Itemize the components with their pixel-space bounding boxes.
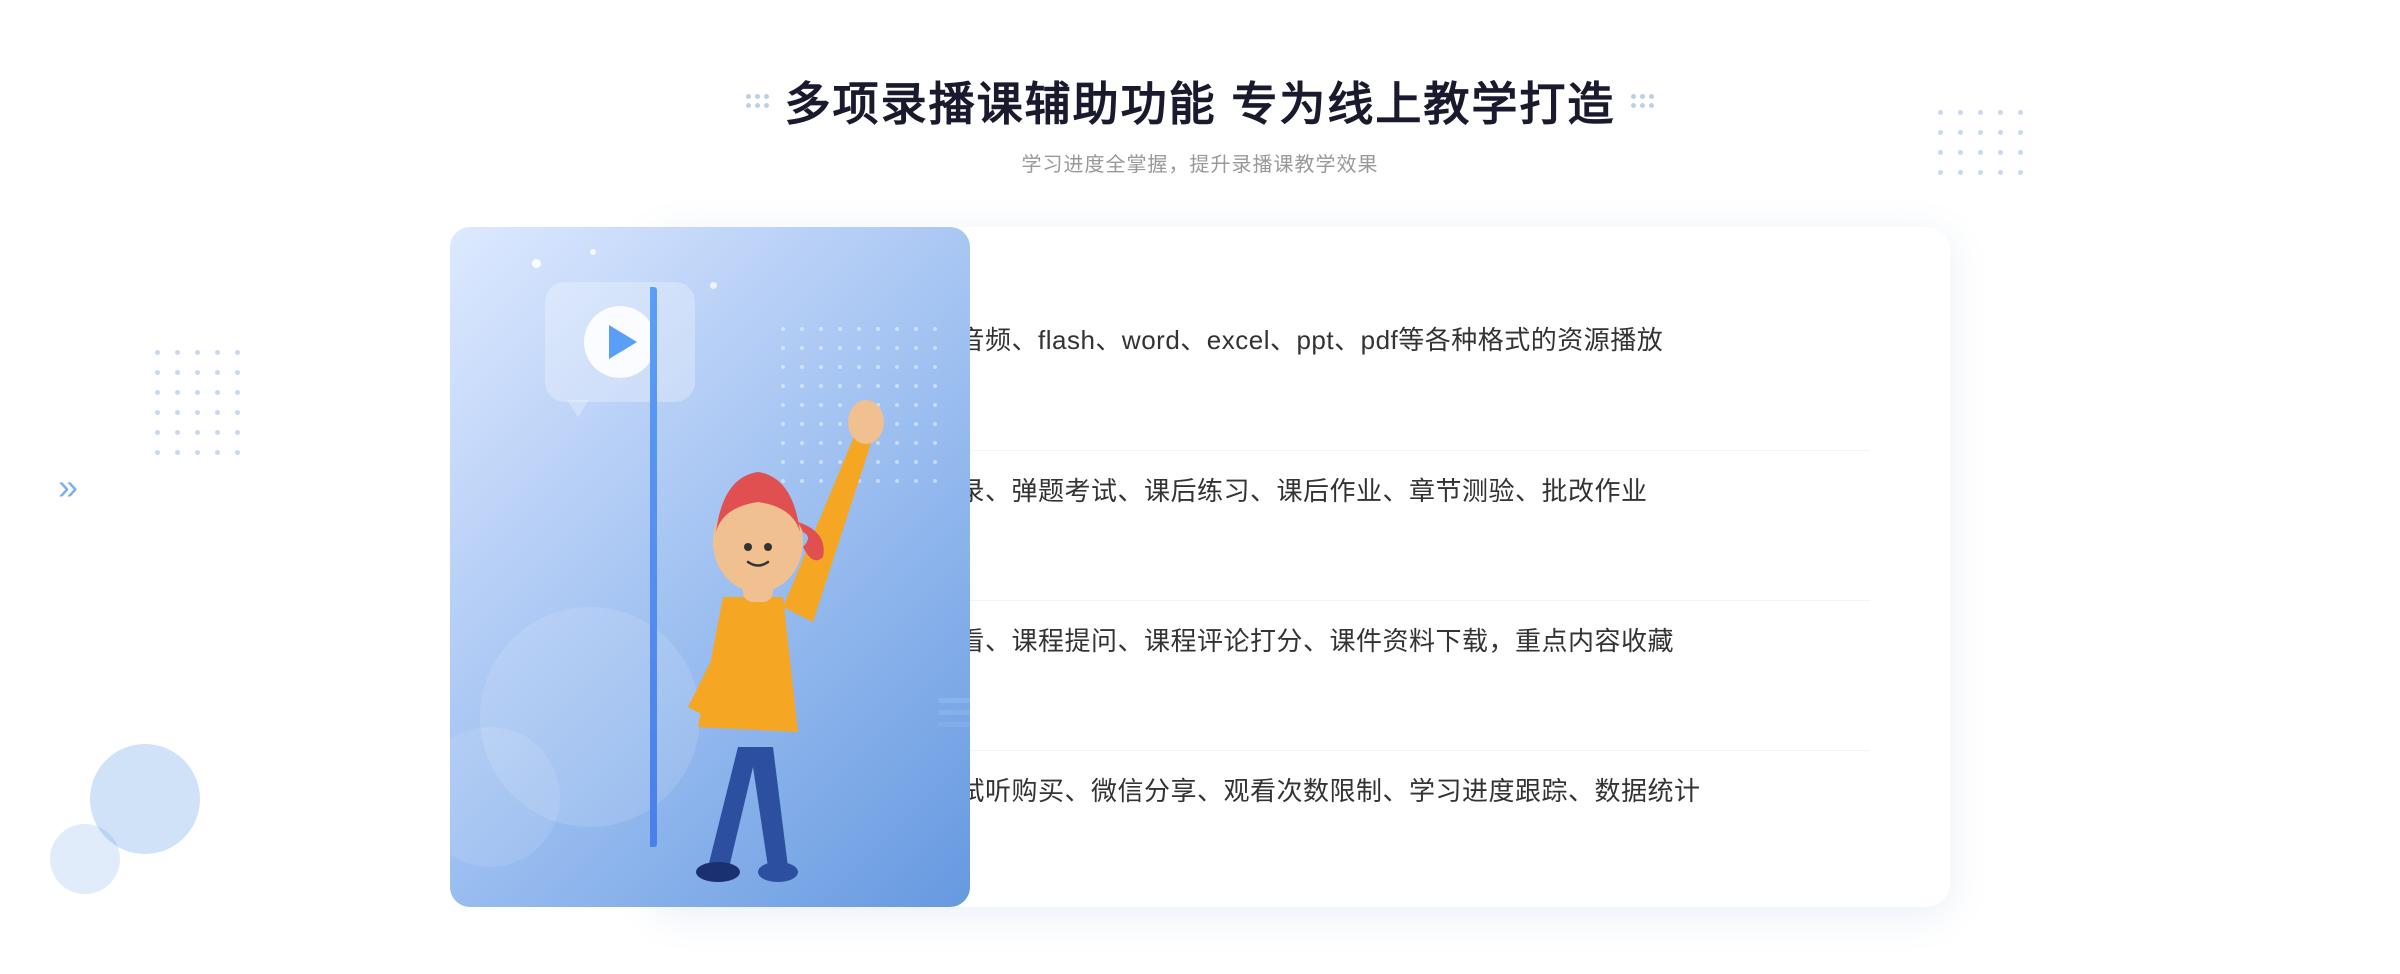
sparkle-2 [590, 249, 596, 255]
main-content-wrapper: 支持视频、音频、flash、word、excel、ppt、pdf等各种格式的资源… [450, 227, 1950, 907]
illustration-panel: // Will be rendered via JS below [450, 227, 970, 907]
title-dots-left [746, 94, 769, 108]
vertical-accent-bar [650, 287, 657, 847]
page-subtitle: 学习进度全掌握，提升录播课教学效果 [746, 148, 1655, 177]
bg-decoration-circle-2 [50, 824, 120, 894]
bg-dot-pattern-right [1938, 110, 2030, 182]
title-dots-right [1631, 94, 1654, 108]
title-wrapper: 多项录播课辅助功能 专为线上教学打造 [746, 68, 1655, 134]
bubble-tail [567, 400, 589, 417]
human-figure-illustration [598, 347, 918, 907]
bg-dot-pattern-left [155, 350, 247, 462]
page-header: 多项录播课辅助功能 专为线上教学打造 学习进度全掌握，提升录播课教学效果 [746, 68, 1655, 177]
page-title: 多项录播课辅助功能 专为线上教学打造 [785, 68, 1616, 134]
sparkle-3 [710, 282, 717, 289]
deco-stripe-bars [938, 698, 970, 727]
sparkle-1 [532, 259, 541, 268]
chevron-left-decoration: » [58, 466, 78, 508]
